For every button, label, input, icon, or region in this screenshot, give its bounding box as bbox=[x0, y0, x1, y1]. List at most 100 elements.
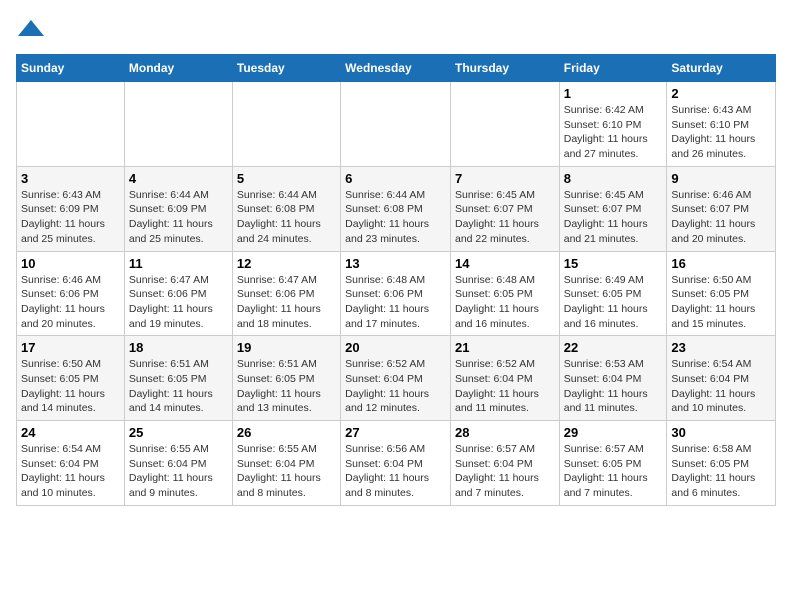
day-info: Sunrise: 6:44 AM Sunset: 6:08 PM Dayligh… bbox=[237, 188, 336, 247]
day-cell: 2 Sunrise: 6:43 AM Sunset: 6:10 PM Daylig… bbox=[667, 82, 776, 167]
day-number: 21 bbox=[455, 340, 555, 355]
day-info: Sunrise: 6:50 AM Sunset: 6:05 PM Dayligh… bbox=[21, 357, 120, 416]
day-info: Sunrise: 6:55 AM Sunset: 6:04 PM Dayligh… bbox=[237, 442, 336, 501]
day-number: 27 bbox=[345, 425, 446, 440]
day-number: 29 bbox=[564, 425, 663, 440]
day-cell: 12 Sunrise: 6:47 AM Sunset: 6:06 PM Dayli… bbox=[232, 251, 340, 336]
day-cell: 17 Sunrise: 6:50 AM Sunset: 6:05 PM Dayli… bbox=[17, 336, 125, 421]
day-cell bbox=[124, 82, 232, 167]
calendar: SundayMondayTuesdayWednesdayThursdayFrid… bbox=[16, 54, 776, 506]
week-row-3: 10 Sunrise: 6:46 AM Sunset: 6:06 PM Dayli… bbox=[17, 251, 776, 336]
day-info: Sunrise: 6:48 AM Sunset: 6:05 PM Dayligh… bbox=[455, 273, 555, 332]
day-info: Sunrise: 6:53 AM Sunset: 6:04 PM Dayligh… bbox=[564, 357, 663, 416]
week-row-2: 3Sunrise: 6:43 AM Sunset: 6:09 PM Daylig… bbox=[17, 166, 776, 251]
weekday-header-tuesday: Tuesday bbox=[232, 55, 340, 82]
day-cell: 7 Sunrise: 6:45 AM Sunset: 6:07 PM Daylig… bbox=[450, 166, 559, 251]
day-number: 1 bbox=[564, 86, 663, 101]
day-cell: 14 Sunrise: 6:48 AM Sunset: 6:05 PM Dayli… bbox=[450, 251, 559, 336]
day-number: 13 bbox=[345, 256, 446, 271]
day-number: 4 bbox=[129, 171, 228, 186]
day-number: 6 bbox=[345, 171, 446, 186]
day-cell: 30 Sunrise: 6:58 AM Sunset: 6:05 PM Dayli… bbox=[667, 421, 776, 506]
day-cell: 9 Sunrise: 6:46 AM Sunset: 6:07 PM Daylig… bbox=[667, 166, 776, 251]
day-cell: 13 Sunrise: 6:48 AM Sunset: 6:06 PM Dayli… bbox=[341, 251, 451, 336]
day-number: 5 bbox=[237, 171, 336, 186]
day-info: Sunrise: 6:52 AM Sunset: 6:04 PM Dayligh… bbox=[345, 357, 446, 416]
day-number: 14 bbox=[455, 256, 555, 271]
day-info: Sunrise: 6:43 AM Sunset: 6:10 PM Dayligh… bbox=[671, 103, 771, 162]
day-cell: 21 Sunrise: 6:52 AM Sunset: 6:04 PM Dayli… bbox=[450, 336, 559, 421]
day-cell: 11 Sunrise: 6:47 AM Sunset: 6:06 PM Dayli… bbox=[124, 251, 232, 336]
weekday-header-thursday: Thursday bbox=[450, 55, 559, 82]
day-cell: 3Sunrise: 6:43 AM Sunset: 6:09 PM Daylig… bbox=[17, 166, 125, 251]
day-number: 16 bbox=[671, 256, 771, 271]
day-cell: 26 Sunrise: 6:55 AM Sunset: 6:04 PM Dayli… bbox=[232, 421, 340, 506]
day-info: Sunrise: 6:45 AM Sunset: 6:07 PM Dayligh… bbox=[564, 188, 663, 247]
day-number: 10 bbox=[21, 256, 120, 271]
logo bbox=[16, 16, 50, 46]
day-cell: 27 Sunrise: 6:56 AM Sunset: 6:04 PM Dayli… bbox=[341, 421, 451, 506]
day-number: 17 bbox=[21, 340, 120, 355]
day-info: Sunrise: 6:44 AM Sunset: 6:08 PM Dayligh… bbox=[345, 188, 446, 247]
day-number: 22 bbox=[564, 340, 663, 355]
day-cell: 25 Sunrise: 6:55 AM Sunset: 6:04 PM Dayli… bbox=[124, 421, 232, 506]
day-number: 8 bbox=[564, 171, 663, 186]
day-number: 26 bbox=[237, 425, 336, 440]
weekday-header-wednesday: Wednesday bbox=[341, 55, 451, 82]
week-row-1: 1 Sunrise: 6:42 AM Sunset: 6:10 PM Daylig… bbox=[17, 82, 776, 167]
day-cell: 15 Sunrise: 6:49 AM Sunset: 6:05 PM Dayli… bbox=[559, 251, 667, 336]
weekday-header-saturday: Saturday bbox=[667, 55, 776, 82]
day-cell: 8 Sunrise: 6:45 AM Sunset: 6:07 PM Daylig… bbox=[559, 166, 667, 251]
week-row-5: 24Sunrise: 6:54 AM Sunset: 6:04 PM Dayli… bbox=[17, 421, 776, 506]
day-cell bbox=[450, 82, 559, 167]
day-cell: 19 Sunrise: 6:51 AM Sunset: 6:05 PM Dayli… bbox=[232, 336, 340, 421]
day-cell: 28 Sunrise: 6:57 AM Sunset: 6:04 PM Dayli… bbox=[450, 421, 559, 506]
day-number: 2 bbox=[671, 86, 771, 101]
day-info: Sunrise: 6:46 AM Sunset: 6:07 PM Dayligh… bbox=[671, 188, 771, 247]
day-info: Sunrise: 6:57 AM Sunset: 6:04 PM Dayligh… bbox=[455, 442, 555, 501]
day-cell: 5 Sunrise: 6:44 AM Sunset: 6:08 PM Daylig… bbox=[232, 166, 340, 251]
day-info: Sunrise: 6:54 AM Sunset: 6:04 PM Dayligh… bbox=[21, 442, 120, 501]
weekday-header-sunday: Sunday bbox=[17, 55, 125, 82]
week-row-4: 17 Sunrise: 6:50 AM Sunset: 6:05 PM Dayli… bbox=[17, 336, 776, 421]
day-cell: 24Sunrise: 6:54 AM Sunset: 6:04 PM Dayli… bbox=[17, 421, 125, 506]
day-info: Sunrise: 6:51 AM Sunset: 6:05 PM Dayligh… bbox=[129, 357, 228, 416]
day-info: Sunrise: 6:55 AM Sunset: 6:04 PM Dayligh… bbox=[129, 442, 228, 501]
day-cell bbox=[341, 82, 451, 167]
day-number: 7 bbox=[455, 171, 555, 186]
page-header bbox=[16, 16, 776, 46]
day-cell: 20 Sunrise: 6:52 AM Sunset: 6:04 PM Dayli… bbox=[341, 336, 451, 421]
day-info: Sunrise: 6:56 AM Sunset: 6:04 PM Dayligh… bbox=[345, 442, 446, 501]
day-info: Sunrise: 6:54 AM Sunset: 6:04 PM Dayligh… bbox=[671, 357, 771, 416]
day-number: 9 bbox=[671, 171, 771, 186]
day-number: 20 bbox=[345, 340, 446, 355]
day-number: 28 bbox=[455, 425, 555, 440]
day-number: 23 bbox=[671, 340, 771, 355]
day-info: Sunrise: 6:45 AM Sunset: 6:07 PM Dayligh… bbox=[455, 188, 555, 247]
weekday-header-monday: Monday bbox=[124, 55, 232, 82]
day-info: Sunrise: 6:58 AM Sunset: 6:05 PM Dayligh… bbox=[671, 442, 771, 501]
day-number: 18 bbox=[129, 340, 228, 355]
day-number: 19 bbox=[237, 340, 336, 355]
day-cell bbox=[232, 82, 340, 167]
day-number: 15 bbox=[564, 256, 663, 271]
day-info: Sunrise: 6:52 AM Sunset: 6:04 PM Dayligh… bbox=[455, 357, 555, 416]
day-cell: 22 Sunrise: 6:53 AM Sunset: 6:04 PM Dayli… bbox=[559, 336, 667, 421]
day-cell: 6 Sunrise: 6:44 AM Sunset: 6:08 PM Daylig… bbox=[341, 166, 451, 251]
day-info: Sunrise: 6:51 AM Sunset: 6:05 PM Dayligh… bbox=[237, 357, 336, 416]
day-info: Sunrise: 6:49 AM Sunset: 6:05 PM Dayligh… bbox=[564, 273, 663, 332]
day-number: 30 bbox=[671, 425, 771, 440]
day-info: Sunrise: 6:57 AM Sunset: 6:05 PM Dayligh… bbox=[564, 442, 663, 501]
day-number: 11 bbox=[129, 256, 228, 271]
day-number: 12 bbox=[237, 256, 336, 271]
day-cell: 1 Sunrise: 6:42 AM Sunset: 6:10 PM Daylig… bbox=[559, 82, 667, 167]
day-cell: 10 Sunrise: 6:46 AM Sunset: 6:06 PM Dayli… bbox=[17, 251, 125, 336]
day-number: 25 bbox=[129, 425, 228, 440]
day-info: Sunrise: 6:47 AM Sunset: 6:06 PM Dayligh… bbox=[129, 273, 228, 332]
day-info: Sunrise: 6:46 AM Sunset: 6:06 PM Dayligh… bbox=[21, 273, 120, 332]
day-info: Sunrise: 6:42 AM Sunset: 6:10 PM Dayligh… bbox=[564, 103, 663, 162]
day-info: Sunrise: 6:44 AM Sunset: 6:09 PM Dayligh… bbox=[129, 188, 228, 247]
day-info: Sunrise: 6:48 AM Sunset: 6:06 PM Dayligh… bbox=[345, 273, 446, 332]
day-info: Sunrise: 6:47 AM Sunset: 6:06 PM Dayligh… bbox=[237, 273, 336, 332]
day-info: Sunrise: 6:43 AM Sunset: 6:09 PM Dayligh… bbox=[21, 188, 120, 247]
